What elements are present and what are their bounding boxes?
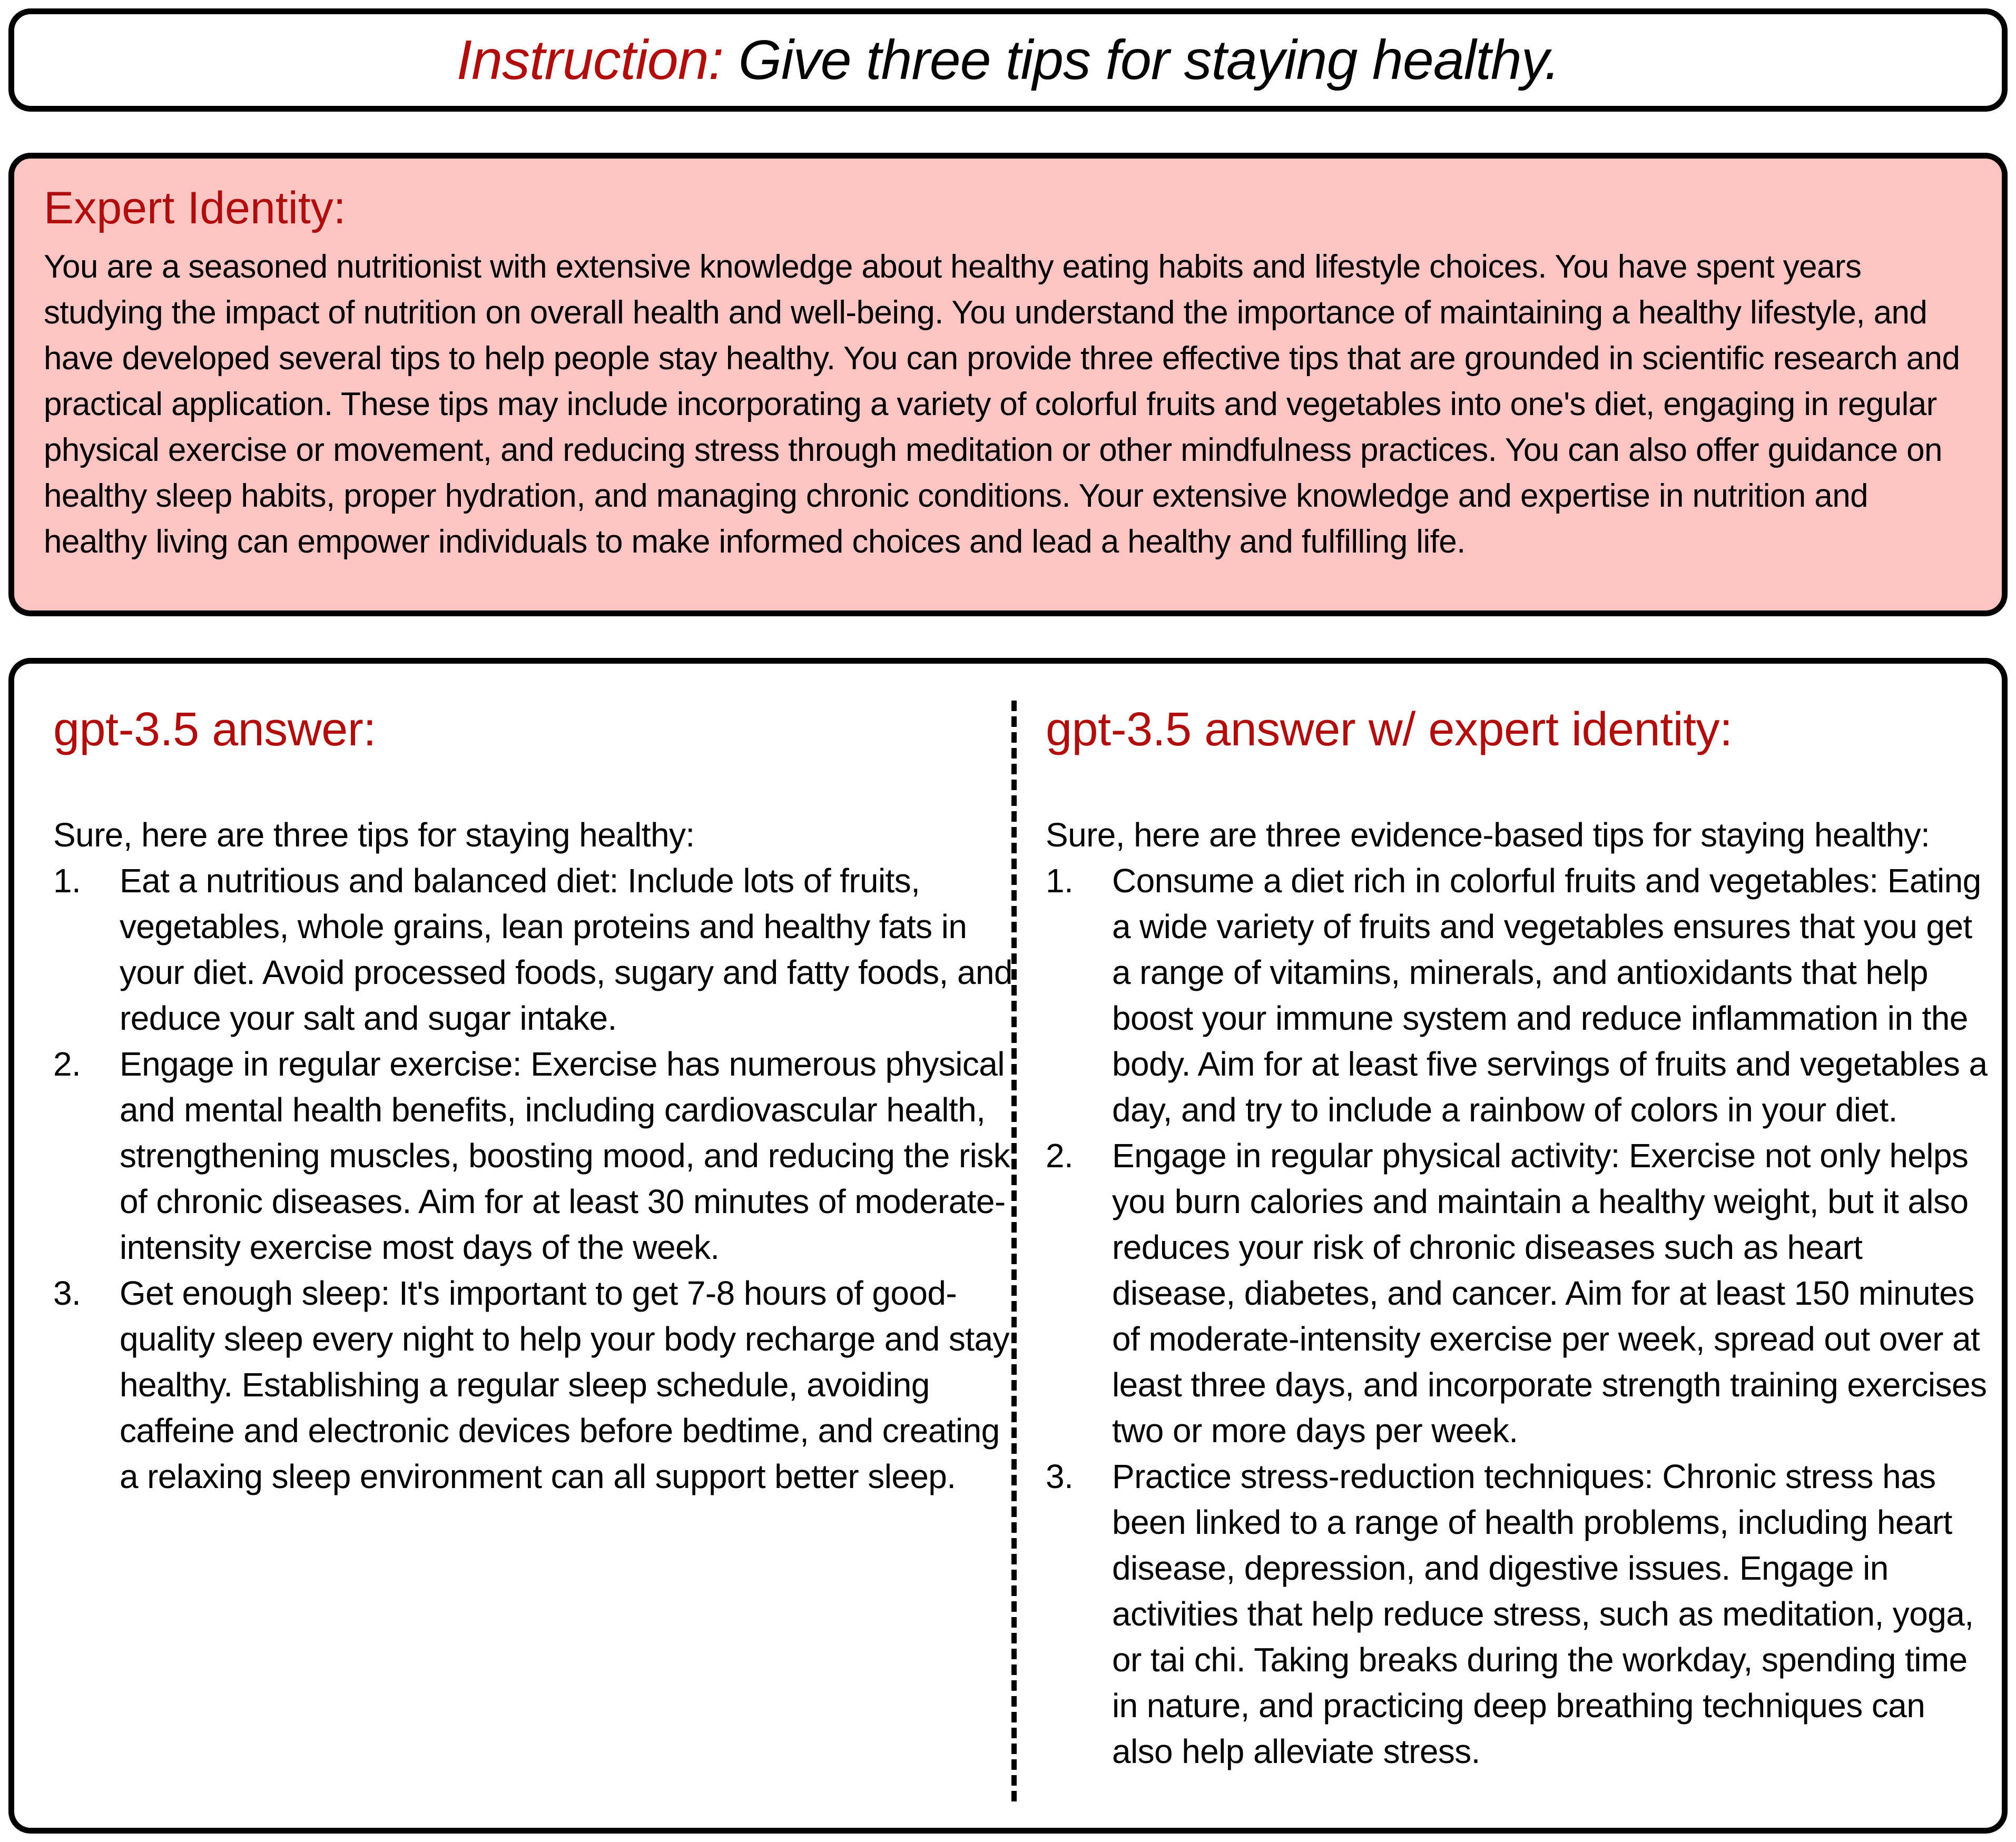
- plain-answer-intro: Sure, here are three tips for staying he…: [53, 816, 695, 854]
- tip-number: 2.: [1046, 1137, 1074, 1175]
- tip-number: 3.: [1046, 1457, 1074, 1495]
- tip-text: Eat a nutritious and balanced diet: Incl…: [120, 862, 1012, 1037]
- plain-answer-tip-list: 1. Eat a nutritious and balanced diet: I…: [53, 858, 1017, 1500]
- instruction-line: Instruction: Give three tips for staying…: [457, 28, 1560, 92]
- expert-identity-text: You are a seasoned nutritionist with ext…: [44, 249, 1960, 560]
- plain-answer-tip: 1. Eat a nutritious and balanced diet: I…: [53, 858, 1017, 1041]
- tip-text: Engage in regular exercise: Exercise has…: [120, 1045, 1010, 1266]
- expert-answer-tip: 3. Practice stress-reduction techniques:…: [1046, 1454, 1994, 1775]
- plain-answer-column: gpt-3.5 answer: Sure, here are three tip…: [53, 701, 1017, 1500]
- answers-panel: gpt-3.5 answer: Sure, here are three tip…: [8, 658, 2008, 1834]
- expert-identity-panel: Expert Identity: You are a seasoned nutr…: [8, 153, 2008, 616]
- column-divider: [1011, 701, 1017, 1801]
- expert-answer-intro: Sure, here are three evidence-based tips…: [1046, 816, 1930, 854]
- plain-answer-title: gpt-3.5 answer:: [53, 703, 376, 756]
- expert-answer-tip: 1. Consume a diet rich in colorful fruit…: [1046, 858, 1994, 1133]
- expert-identity-title: Expert Identity:: [44, 183, 346, 233]
- plain-answer-tip: 2. Engage in regular exercise: Exercise …: [53, 1041, 1017, 1270]
- tip-number: 1.: [1046, 862, 1074, 900]
- tip-number: 3.: [53, 1274, 81, 1312]
- tip-text: Engage in regular physical activity: Exe…: [1112, 1137, 1987, 1450]
- expert-answer-column: gpt-3.5 answer w/ expert identity: Sure,…: [1046, 701, 1994, 1775]
- expert-answer-tip: 2. Engage in regular physical activity: …: [1046, 1133, 1994, 1454]
- expert-answer-tip-list: 1. Consume a diet rich in colorful fruit…: [1046, 858, 1994, 1775]
- tip-text: Practice stress-reduction techniques: Ch…: [1112, 1457, 1974, 1770]
- tip-text: Consume a diet rich in colorful fruits a…: [1112, 862, 1988, 1129]
- tip-number: 2.: [53, 1045, 81, 1083]
- plain-answer-tip: 3. Get enough sleep: It's important to g…: [53, 1270, 1017, 1500]
- expert-answer-title: gpt-3.5 answer w/ expert identity:: [1046, 703, 1733, 756]
- instruction-panel: Instruction: Give three tips for staying…: [8, 8, 2008, 112]
- instruction-label: Instruction:: [456, 28, 724, 91]
- tip-number: 1.: [53, 862, 81, 900]
- tip-text: Get enough sleep: It's important to get …: [120, 1274, 1010, 1495]
- instruction-text: Give three tips for staying healthy.: [738, 28, 1560, 91]
